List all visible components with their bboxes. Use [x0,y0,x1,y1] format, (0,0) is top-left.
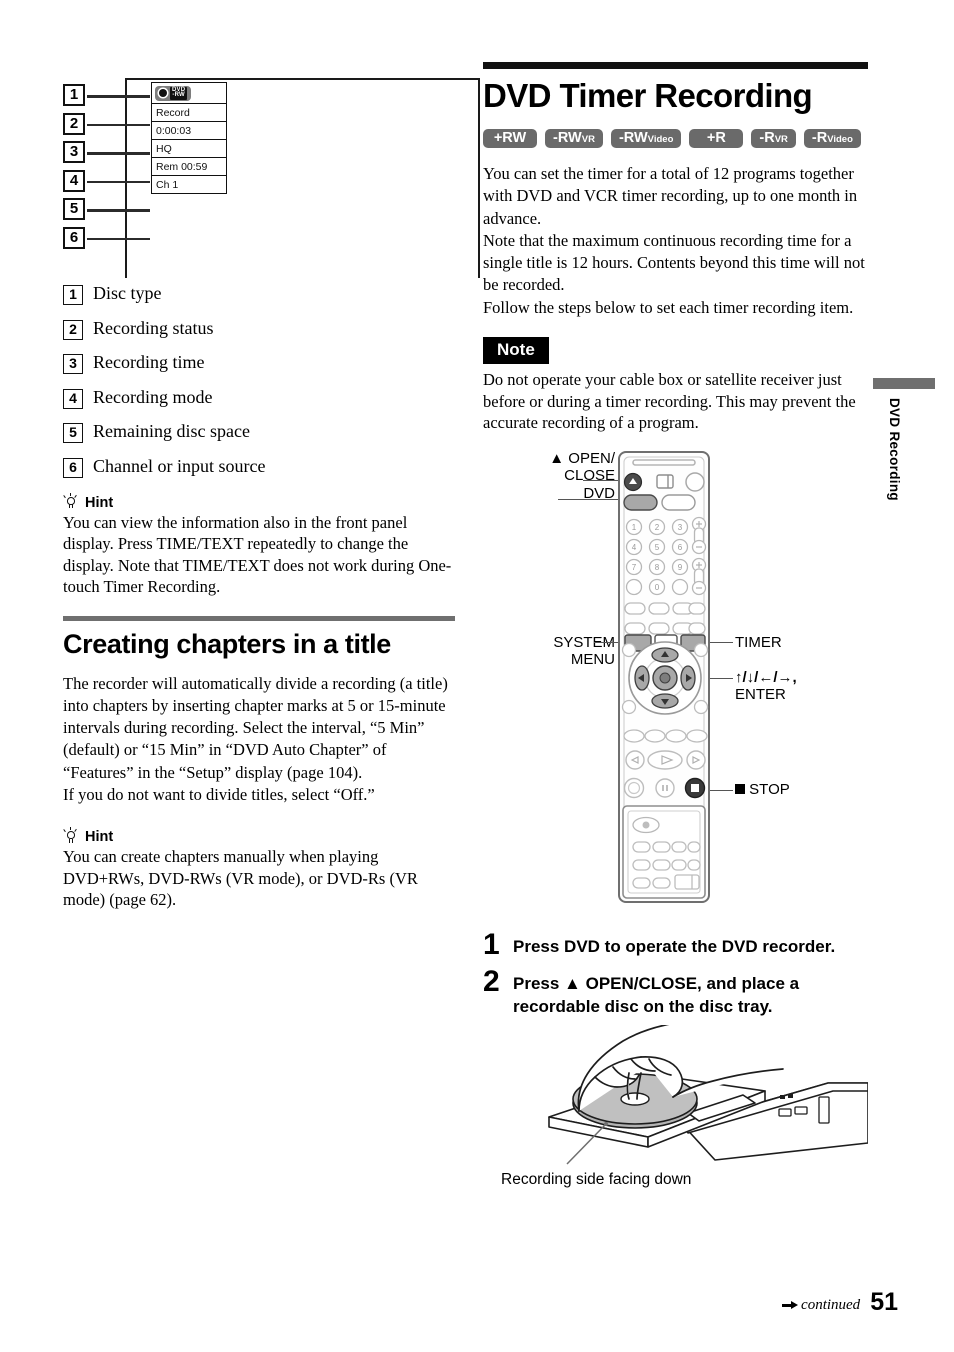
page-number: 51 [870,1288,898,1316]
svg-text:1: 1 [632,523,637,532]
legend-list: 1 Disc type 2 Recording status 3 Recordi… [63,283,455,478]
intro-paragraph-2: Note that the maximum continuous recordi… [483,230,865,295]
list-item: 3 Recording time [63,352,455,374]
hint-header: Hint [63,492,455,511]
record-dot-icon [159,89,167,97]
svg-text:6: 6 [678,543,683,552]
panel-row-disc-type: DVD -RW [152,83,226,104]
dvd-rw-record-icon: DVD -RW [155,85,192,101]
lightbulb-icon [63,492,78,511]
side-tab-label: DVD Recording [887,398,902,501]
note-block: Note Do not operate your cable box or sa… [483,337,868,434]
list-item: 1 Disc type [63,283,455,305]
svg-text:9: 9 [678,563,683,572]
front-panel-display-figure: 1 2 3 4 5 6 DVD -RW Record 0:00:03 HQ Re… [63,62,480,278]
lightbulb-icon [63,827,78,845]
section-rule [63,615,455,621]
svg-text:0: 0 [655,583,660,592]
panel-row-status: Record [152,104,226,122]
section-heading-creating-chapters: Creating chapters in a title [63,615,455,660]
legend-number: 4 [63,388,83,409]
arrow-right-icon [782,1301,799,1310]
callout-6: 6 [63,226,150,249]
badge-minus-rw-video: -RW Video [610,129,682,148]
manual-page: 1 2 3 4 5 6 DVD -RW Record 0:00:03 HQ Re… [0,0,954,1352]
legend-number: 2 [63,319,83,340]
step-list: 1 Press DVD to operate the DVD recorder.… [483,927,868,1018]
step-2: 2 Press ▲ OPEN/CLOSE, and place a record… [483,964,868,1018]
legend-label: Recording time [93,352,205,372]
list-item: 6 Channel or input source [63,456,455,478]
svg-text:4: 4 [632,543,637,552]
panel-row-remaining: Rem 00:59 [152,158,226,176]
svg-text:2: 2 [655,523,660,532]
step-text: Press DVD to operate the DVD recorder. [513,936,836,956]
list-item: 4 Recording mode [63,387,455,409]
hint-title: Hint [85,829,114,846]
step-1: 1 Press DVD to operate the DVD recorder. [483,927,868,961]
remote-control-figure: ▲ OPEN/ CLOSE DVD SYSTEM MENU TIMER ↑/↓/… [483,444,868,924]
hint-block-1: Hint You can view the information also i… [63,492,455,598]
hint-body: You can create chapters manually when pl… [63,847,418,910]
continued-marker: continued [782,1297,860,1314]
hint-block-2: Hint You can create chapters manually wh… [63,827,455,911]
callout-5: 5 [63,198,150,220]
step-number: 1 [483,927,500,961]
legend-label: Channel or input source [93,455,266,476]
disc-tray-illustration [548,1024,868,1165]
callout-2: 2 [63,112,150,135]
panel-readout: DVD -RW Record 0:00:03 HQ Rem 00:59 Ch 1 [151,82,227,194]
legend-label: Recording status [93,317,214,338]
list-item: 2 Recording status [63,318,455,340]
badge-minus-r-vr: -R VR [751,129,796,148]
hint-header: Hint [63,827,455,846]
intro-paragraph-1: You can set the timer for a total of 12 … [483,164,858,228]
right-column: DVD Timer Recording +RW -RW VR -RW Video +… [483,62,868,1200]
note-tag: Note [483,337,549,365]
section-title: Creating chapters in a title [63,628,391,659]
callout-3: 3 [63,141,150,163]
side-tab-bar [873,378,935,389]
hint-title: Hint [85,494,114,511]
svg-text:7: 7 [632,563,637,572]
svg-text:8: 8 [655,563,660,572]
legend-number: 3 [63,354,83,374]
badge-minus-r-video: -R Video [803,129,861,148]
remote-control-illustration: 1 2 3 4 5 6 7 8 9 0 [618,450,710,903]
section-paragraph-2: If you do not want to divide titles, sel… [63,784,375,804]
badge-plus-r: +R [689,129,744,148]
legend-number: 6 [63,457,83,478]
tray-caption: Recording side facing down [501,1170,692,1188]
panel-row-time: 0:00:03 [152,122,226,140]
callout-number-column: 1 2 3 4 5 6 [63,84,150,255]
step-text: Press ▲ OPEN/CLOSE, and place a recordab… [513,973,800,1016]
title-rule [483,62,868,69]
dvd-rw-logo-icon: DVD -RW [170,86,188,100]
step-number: 2 [483,964,500,998]
callout-4: 4 [63,169,150,192]
legend-label: Recording mode [93,386,213,407]
badge-minus-rw-vr: -RW VR [545,129,603,148]
section-paragraph-1: The recorder will automatically divide a… [63,673,448,782]
callout-1: 1 [63,84,150,106]
svg-text:3: 3 [678,523,683,532]
legend-number: 5 [63,423,83,443]
disc-tray-figure: Recording side facing down [483,1024,868,1200]
badge-plus-rw: +RW [483,129,537,148]
left-column: 1 2 3 4 5 6 DVD -RW Record 0:00:03 HQ Re… [63,62,480,911]
side-tab: DVD Recording [873,378,935,501]
list-item: 5 Remaining disc space [63,421,455,443]
page-title: DVD Timer Recording [483,77,813,114]
legend-label: Remaining disc space [93,421,250,441]
disc-format-badges: +RW -RW VR -RW Video +R -R VR -R Video [483,129,868,148]
panel-row-channel: Ch 1 [152,176,226,194]
note-body: Do not operate your cable box or satelli… [483,370,856,433]
legend-label: Disc type [93,283,162,303]
intro-paragraph-3: Follow the steps below to set each timer… [483,297,854,317]
svg-text:5: 5 [655,543,660,552]
legend-number: 1 [63,285,83,305]
panel-row-mode: HQ [152,140,226,158]
hint-body: You can view the information also in the… [63,512,452,597]
